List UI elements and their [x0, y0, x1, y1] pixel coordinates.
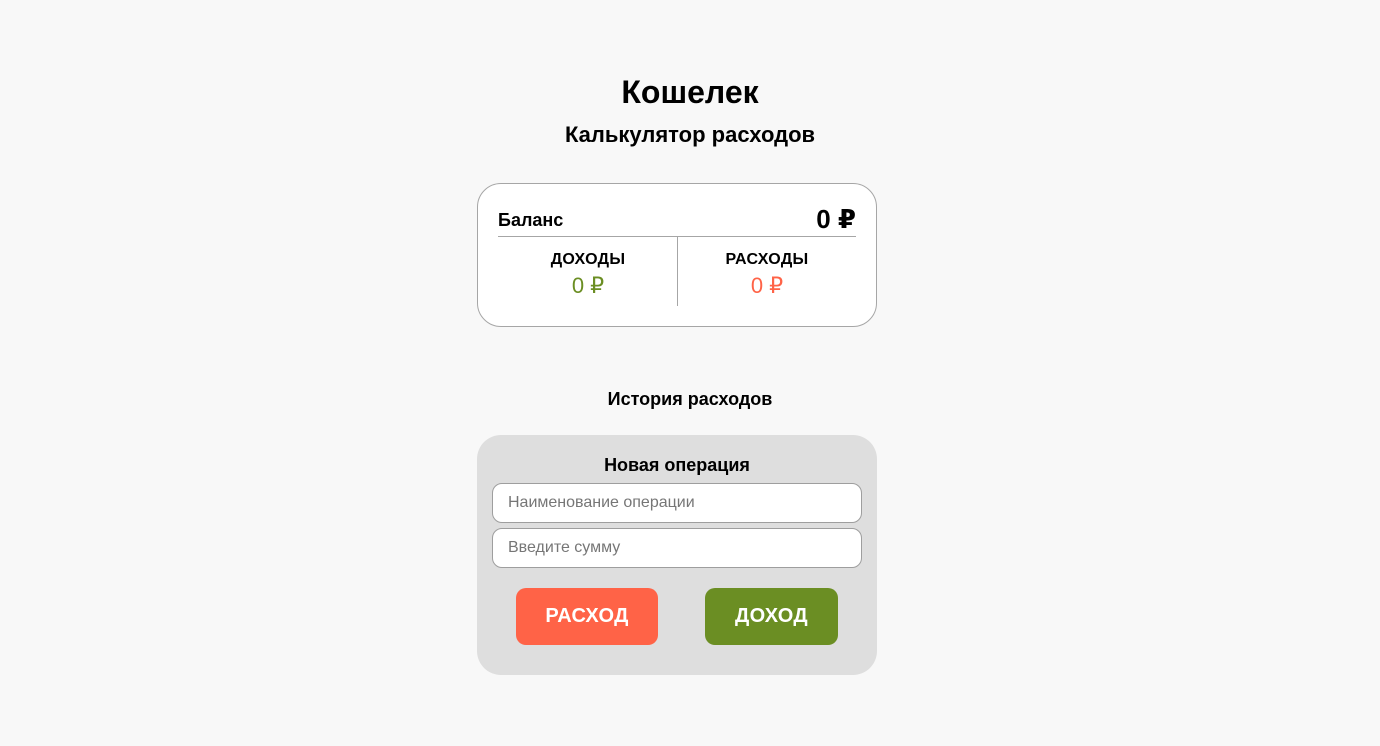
page-title: Кошелек	[621, 74, 759, 110]
new-operation-form: Новая операция РАСХОД ДОХОД	[477, 435, 877, 675]
balance-card: Баланс 0 ₽ ДОХОДЫ 0 ₽ РАСХОДЫ 0 ₽	[477, 183, 877, 327]
new-operation-title: Новая операция	[604, 455, 750, 475]
add-expense-button[interactable]: РАСХОД	[516, 588, 658, 645]
income-summary: ДОХОДЫ 0 ₽	[498, 250, 678, 299]
balance-value: 0 ₽	[816, 204, 856, 234]
page-subtitle: Калькулятор расходов	[564, 122, 816, 147]
expense-label: РАСХОДЫ	[725, 251, 809, 268]
expense-value: 0 ₽	[750, 273, 784, 298]
history-title: История расходов	[607, 389, 773, 409]
balance-row: Баланс 0 ₽	[498, 202, 856, 237]
operation-name-input[interactable]	[492, 483, 862, 523]
income-label: ДОХОДЫ	[550, 251, 626, 268]
add-income-button[interactable]: ДОХОД	[705, 588, 838, 645]
expense-summary: РАСХОДЫ 0 ₽	[677, 250, 857, 299]
income-value: 0 ₽	[571, 273, 605, 298]
operation-amount-input[interactable]	[492, 528, 862, 568]
wallet-app: Кошелек Калькулятор расходов Баланс 0 ₽ …	[0, 0, 1380, 746]
balance-label: Баланс	[498, 210, 564, 230]
